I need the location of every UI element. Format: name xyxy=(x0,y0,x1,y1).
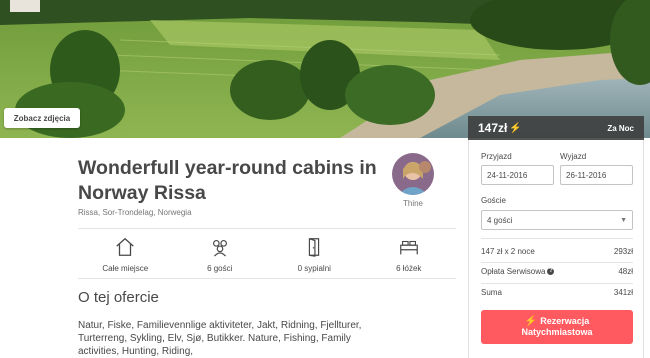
service-fee-value: 48zł xyxy=(618,266,633,276)
amenities-row: Całe miejsce 6 gości 0 sypialni 6 łóżek xyxy=(78,236,456,273)
amenity-label: 6 łóżek xyxy=(396,264,422,273)
checkin-label: Przyjazd xyxy=(481,152,512,161)
booking-panel: Przyjazd 24-11-2016 Wyjazd 26-11-2016 Go… xyxy=(468,140,644,358)
per-night-label: Za Noc xyxy=(607,123,634,133)
total-label: Suma xyxy=(481,287,502,297)
host-name: Thine xyxy=(402,199,423,208)
checkin-field[interactable]: 24-11-2016 xyxy=(481,165,554,185)
listing-description: Natur, Fiske, Familievennlige aktivitete… xyxy=(78,320,362,357)
lightning-icon: ⚡ xyxy=(509,122,522,134)
instant-book-button[interactable]: ⚡ Rezerwacja Natychmiastowa xyxy=(481,310,633,344)
lightning-icon: ⚡ xyxy=(524,316,538,327)
divider xyxy=(481,238,633,239)
amenity-guests: 6 gości xyxy=(173,236,268,273)
book-label-line2: Natychmiastowa xyxy=(521,327,593,337)
listing-location[interactable]: Rissa, Sor-Trondelag, Norwegia xyxy=(78,208,192,217)
nightly-price: 147zł xyxy=(478,121,508,135)
listing-title: Wonderfull year-round cabins in Norway R… xyxy=(78,157,377,204)
host-avatar[interactable] xyxy=(392,153,434,195)
chevron-down-icon: ▼ xyxy=(620,216,627,224)
amenity-entire-place: Całe miejsce xyxy=(78,236,173,273)
info-icon[interactable]: ? xyxy=(547,267,555,275)
bed-icon xyxy=(399,240,418,255)
divider xyxy=(78,228,456,229)
checkout-label: Wyjazd xyxy=(560,152,587,161)
about-section-title: O tej ofercie xyxy=(78,289,159,306)
checkout-field[interactable]: 26-11-2016 xyxy=(560,165,633,185)
guests-select[interactable]: 4 gości ▼ xyxy=(481,210,633,230)
price-breakdown-service: Opłata Serwisowa ? 48zł xyxy=(481,261,633,281)
book-label-line1: Rezerwacja xyxy=(540,316,590,326)
view-photos-button[interactable]: Zobacz zdjęcia xyxy=(4,108,80,128)
amenity-beds: 6 łóżek xyxy=(362,236,457,273)
guests-value: 4 gości xyxy=(487,215,513,225)
divider xyxy=(78,278,456,279)
total-value: 341zł xyxy=(613,287,633,297)
guests-label: Goście xyxy=(481,196,506,205)
nights-value: 293zł xyxy=(613,246,633,256)
amenity-bedrooms: 0 sypialni xyxy=(267,236,362,273)
amenity-label: Całe miejsce xyxy=(102,264,149,273)
amenity-label: 0 sypialni xyxy=(297,264,331,273)
door-icon xyxy=(309,238,320,257)
price-breakdown-total: Suma 341zł xyxy=(481,282,633,302)
service-fee-label: Opłata Serwisowa xyxy=(481,266,546,276)
price-breakdown-nights: 147 zł x 2 noce 293zł xyxy=(481,241,633,261)
guests-icon xyxy=(212,239,227,257)
nights-label: 147 zł x 2 noce xyxy=(481,246,535,256)
checkout-value: 26-11-2016 xyxy=(566,170,607,180)
checkin-value: 24-11-2016 xyxy=(487,170,528,180)
amenity-label: 6 gości xyxy=(207,264,233,273)
price-bar: 147zł ⚡ Za Noc xyxy=(468,116,644,140)
home-icon xyxy=(116,237,134,256)
